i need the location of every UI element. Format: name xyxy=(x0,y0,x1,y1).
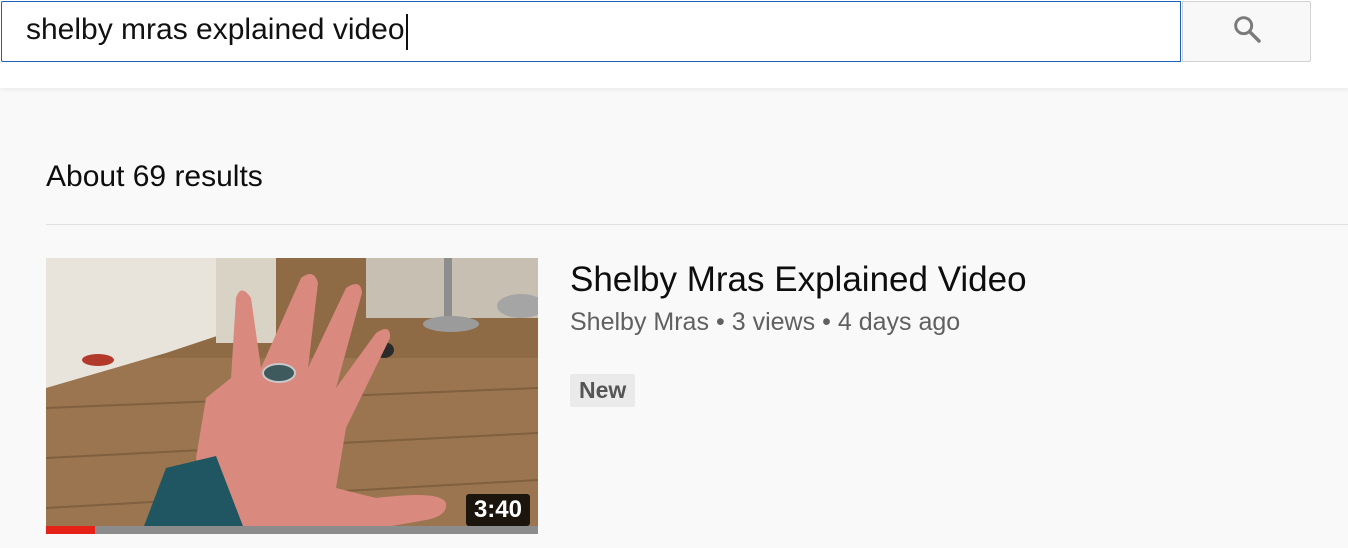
meta-separator: • xyxy=(715,308,725,336)
new-badge: New xyxy=(570,374,636,407)
meta-separator: • xyxy=(822,308,831,336)
thumbnail-image xyxy=(46,258,538,534)
search-input[interactable]: shelby mras explained video xyxy=(1,1,1181,62)
search-icon xyxy=(1231,13,1263,50)
divider xyxy=(46,224,1348,225)
video-meta: Shelby Mras • 3 views • 4 days ago xyxy=(570,308,960,337)
watch-progress-bar xyxy=(46,526,538,534)
text-caret xyxy=(405,13,408,50)
top-bar: shelby mras explained video xyxy=(0,0,1348,88)
channel-name[interactable]: Shelby Mras xyxy=(570,308,709,336)
watch-progress-fill xyxy=(46,526,96,534)
search-query-text[interactable]: shelby mras explained video xyxy=(26,13,408,50)
search-button[interactable] xyxy=(1182,1,1311,62)
upload-age: 4 days ago xyxy=(837,308,961,336)
video-title[interactable]: Shelby Mras Explained Video xyxy=(570,260,1027,300)
video-duration: 3:40 xyxy=(465,494,530,526)
video-thumbnail[interactable]: 3:40 xyxy=(46,258,538,534)
results-count: About 69 results xyxy=(46,160,263,193)
view-count: 3 views xyxy=(731,308,816,336)
